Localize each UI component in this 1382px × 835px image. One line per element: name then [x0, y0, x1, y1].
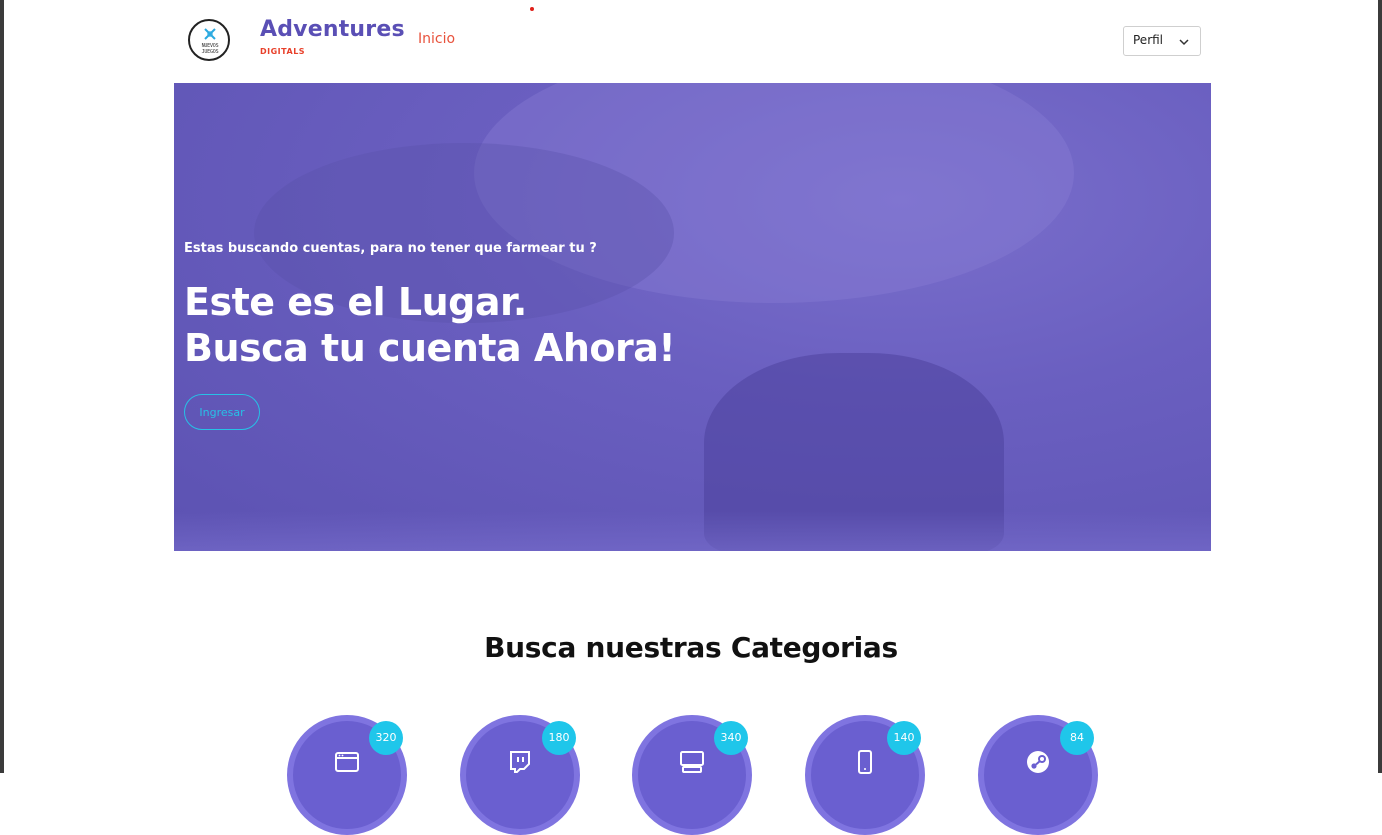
chevron-down-icon	[1179, 39, 1189, 46]
brand-title: Adventures	[260, 17, 405, 42]
category-mobile[interactable]: 140	[805, 715, 925, 835]
categories-title: Busca nuestras Categorias	[484, 631, 898, 664]
logo-text: NUEVOS JUEGOS	[201, 43, 219, 55]
hero-kicker-text: Estas buscando cuentas, para no tener qu…	[184, 241, 597, 256]
steam-icon	[1027, 751, 1049, 773]
hero-headline-line1: Este es el Lugar.	[184, 280, 527, 324]
category-count-badge: 340	[714, 721, 748, 755]
category-twitch[interactable]: 180	[460, 715, 580, 835]
logo-mark-icon	[204, 28, 216, 40]
hero-background-grass	[174, 511, 1211, 551]
category-count-badge: 84	[1060, 721, 1094, 755]
category-desktop[interactable]: 340	[632, 715, 752, 835]
category-steam[interactable]: 84	[978, 715, 1098, 835]
site-logo[interactable]: NUEVOS JUEGOS	[188, 19, 230, 61]
browser-window-icon	[335, 752, 359, 772]
twitch-icon	[510, 751, 530, 773]
category-count-badge: 320	[369, 721, 403, 755]
profile-dropdown[interactable]: Perfil	[1123, 26, 1201, 56]
hero-headline: Este es el Lugar. Busca tu cuenta Ahora!	[184, 279, 676, 371]
profile-dropdown-label: Perfil	[1133, 33, 1164, 47]
indicator-dot	[530, 7, 534, 11]
desktop-console-icon	[680, 751, 704, 773]
category-count-badge: 180	[542, 721, 576, 755]
nav-link-inicio[interactable]: Inicio	[418, 31, 455, 47]
mobile-phone-icon	[858, 750, 872, 774]
hero-headline-line2: Busca tu cuenta Ahora!	[184, 326, 676, 370]
brand-subtitle: DIGITALS	[260, 47, 306, 56]
category-count-badge: 140	[887, 721, 921, 755]
hero-banner: Estas buscando cuentas, para no tener qu…	[174, 83, 1211, 551]
category-browser[interactable]: 320	[287, 715, 407, 835]
ingresar-button[interactable]: Ingresar	[184, 394, 260, 430]
